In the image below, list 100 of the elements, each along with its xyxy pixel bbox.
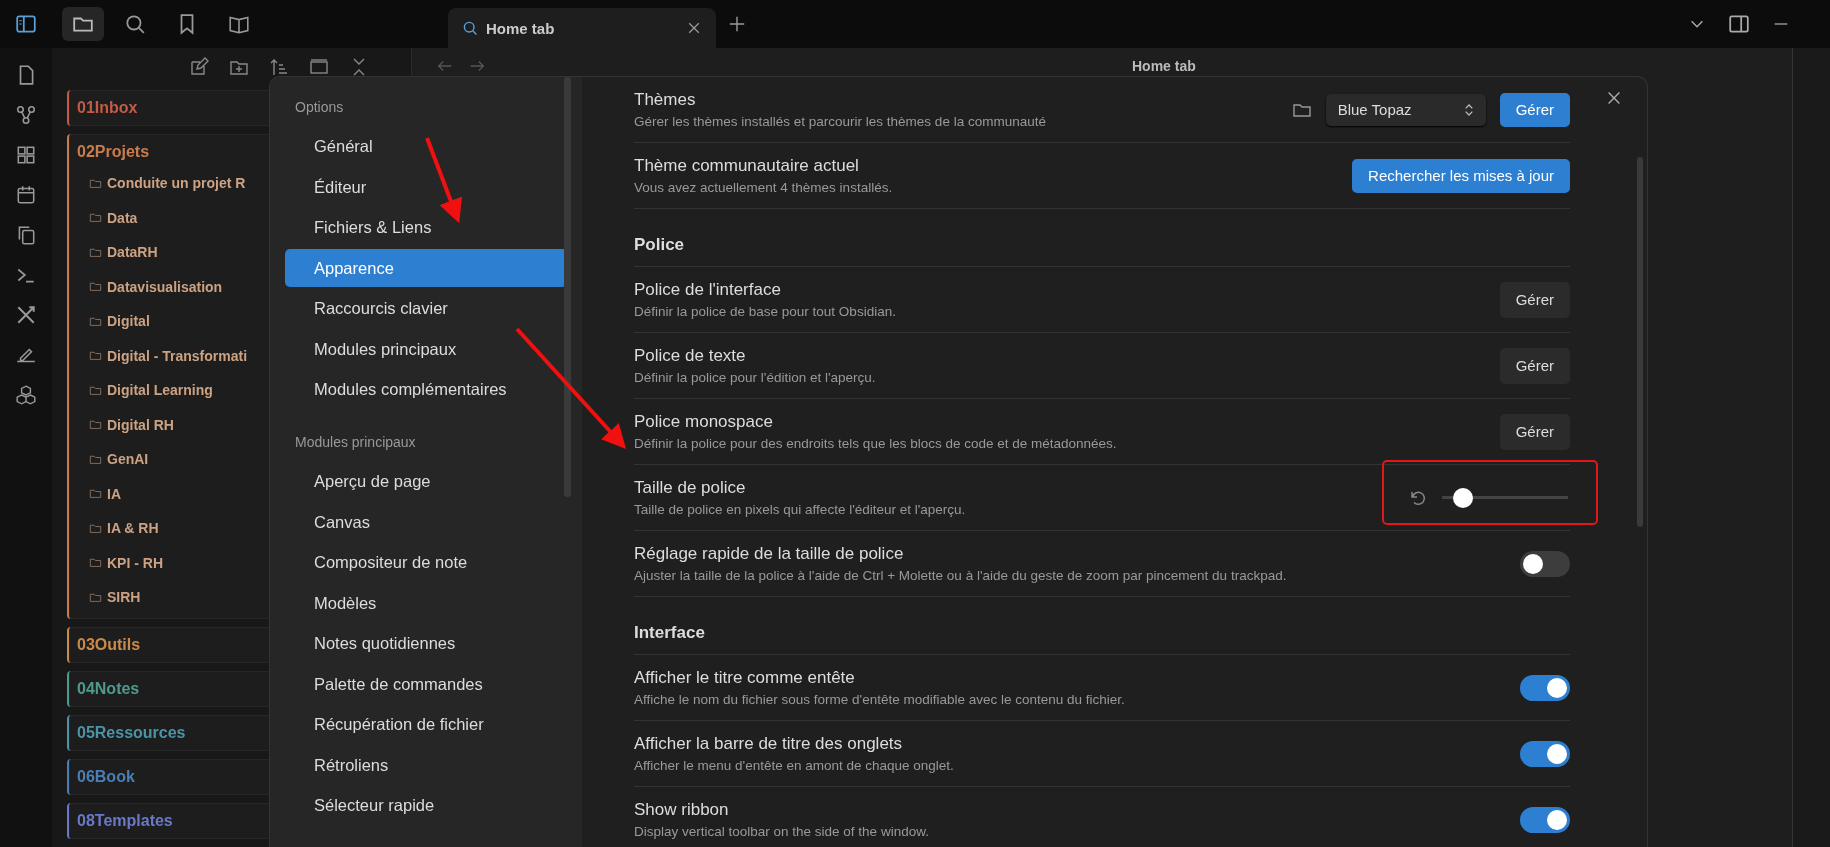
grid-icon[interactable] — [15, 144, 37, 166]
book-icon[interactable] — [228, 13, 250, 35]
setting-description: Définir la police pour des endroits tels que les blocs de code et de métadonnées. — [634, 435, 1118, 453]
subfolder-name[interactable]: DataRH — [107, 244, 158, 261]
sidebar-toggle-icon[interactable] — [1728, 13, 1750, 35]
settings-nav-item[interactable]: Canvas — [285, 502, 567, 541]
action-button[interactable]: Gérer — [1499, 281, 1570, 318]
close-icon[interactable] — [686, 20, 702, 36]
setting-title: Police de texte — [634, 345, 747, 367]
folder-name[interactable]: 05Ressources — [69, 718, 194, 747]
subfolder-name[interactable]: IA — [107, 485, 121, 502]
slider-thumb[interactable] — [1453, 487, 1474, 508]
folder-icon — [89, 211, 102, 225]
setting-title: Afficher la barre de titre des onglets — [634, 733, 904, 755]
action-button[interactable]: Gérer — [1499, 413, 1570, 450]
settings-nav-item[interactable]: Modules complémentaires — [285, 370, 567, 408]
subfolder-name[interactable]: Datavisualisation — [107, 278, 223, 295]
settings-nav-item[interactable]: Fichiers & Liens — [285, 208, 567, 246]
settings-nav-item[interactable]: Palette de commandes — [285, 664, 567, 703]
subfolder-name[interactable]: Digital Learning — [107, 382, 213, 399]
folder-name[interactable]: 02Projets — [69, 138, 158, 166]
sidebar-toggle-icon[interactable] — [15, 13, 37, 35]
settings-nav-item[interactable]: Modules principaux — [285, 329, 567, 368]
close-icon[interactable] — [1605, 89, 1623, 107]
setting-description: Définir la police de base pour tout Obsidian. — [634, 303, 897, 321]
subfolder-name[interactable]: SIRH — [107, 589, 141, 606]
action-button[interactable]: Rechercher les mises à jour — [1352, 158, 1570, 193]
cubes-icon[interactable] — [15, 384, 37, 406]
subfolder-name[interactable]: KPI - RH — [107, 554, 163, 571]
note-tab[interactable]: Home tab — [448, 8, 716, 48]
toggle-switch[interactable] — [1520, 806, 1570, 833]
subfolder-name[interactable]: Digital — [107, 313, 150, 330]
settings-nav-item[interactable]: Modèles — [285, 583, 567, 622]
toggle-switch[interactable] — [1520, 740, 1570, 767]
tab-title: Home tab — [486, 19, 556, 37]
setting-title: Afficher le titre comme entête — [634, 667, 856, 689]
scrollbar[interactable] — [564, 77, 571, 497]
settings-nav-item[interactable]: Compositeur de note — [285, 543, 567, 581]
scrollbar[interactable] — [1637, 157, 1643, 527]
settings-nav-item[interactable]: Raccourcis clavier — [285, 289, 567, 327]
folder-icon — [89, 349, 102, 363]
calendar-icon[interactable] — [15, 184, 37, 206]
folder-name[interactable]: 06Book — [69, 762, 143, 791]
section-heading: Interface — [634, 597, 1570, 655]
view-title: Home tab — [1132, 58, 1196, 74]
subfolder-name[interactable]: Digital RH — [107, 416, 174, 433]
nav-section-heading: Options — [294, 99, 345, 117]
up-down-chevron-icon — [1463, 102, 1474, 117]
settings-nav-item[interactable]: Sélecteur rapide — [285, 786, 567, 824]
settings-nav-item[interactable]: Aperçu de page — [285, 462, 567, 500]
setting-title: Taille de police — [634, 477, 747, 499]
setting-title: Show ribbon — [634, 799, 730, 821]
search-icon — [462, 20, 478, 36]
action-button[interactable]: Gérer — [1499, 347, 1570, 384]
files-tab[interactable] — [62, 7, 104, 41]
search-icon[interactable] — [124, 13, 146, 35]
settings-nav-item[interactable]: Notes quotidiennes — [285, 624, 567, 662]
settings-nav-item[interactable]: Général — [285, 127, 567, 165]
window-icon[interactable] — [309, 57, 329, 77]
subfolder-name[interactable]: IA & RH — [107, 520, 159, 537]
graph-icon[interactable] — [15, 104, 37, 126]
settings-nav-item[interactable]: Éditeur — [285, 167, 567, 206]
settings-nav-item[interactable]: Apparence — [285, 248, 567, 287]
setting-title: Thèmes — [634, 89, 697, 111]
settings-nav-item[interactable]: Rétroliens — [285, 745, 567, 784]
folder-icon — [89, 487, 102, 501]
subfolder-name[interactable]: GenAI — [107, 451, 149, 468]
setting-description: Taille de police en pixels qui affecte l'éditeur et l'aperçu. — [634, 501, 967, 519]
subfolder-name[interactable]: Data — [107, 209, 138, 226]
folder-name[interactable]: 03Outils — [69, 630, 149, 659]
sort-icon[interactable] — [269, 57, 289, 77]
nav-section-heading: Modules principaux — [294, 434, 417, 452]
action-button[interactable]: Gérer — [1499, 92, 1570, 127]
settings-nav-item[interactable]: Récupération de fichier — [285, 705, 567, 743]
setting-description: Display vertical toolbar on the side of the window. — [634, 823, 930, 841]
subfolder-name[interactable]: Digital - Transformati — [107, 347, 248, 364]
setting-description: Afficher le menu d'entête en amont de chaque onglet. — [634, 757, 955, 775]
setting-description: Affiche le nom du fichier sous forme d'entête modifiable avec le contenu du fichier. — [634, 691, 1126, 709]
setting-description: Vous avez actuellement 4 thèmes installés. — [634, 179, 894, 197]
folder-name[interactable]: 01Inbox — [69, 94, 146, 122]
folder-icon — [89, 418, 102, 432]
folder-name[interactable]: 08Templates — [69, 806, 181, 835]
plus-icon[interactable] — [728, 15, 746, 33]
setting-title: Thème communautaire actuel — [634, 155, 860, 177]
toggle-switch[interactable] — [1520, 550, 1570, 577]
setting-description: Gérer les thèmes installés et parcourir les thèmes de la communauté — [634, 113, 1047, 131]
theme-dropdown[interactable]: Blue Topaz — [1325, 93, 1486, 126]
subfolder-name[interactable]: Conduite un projet R — [107, 175, 246, 192]
folder-name[interactable]: 04Notes — [69, 674, 148, 703]
setting-title: Police monospace — [634, 411, 774, 433]
setting-description: Ajuster la taille de la police à l'aide de Ctrl + Molette ou à l'aide du geste de zoom par pincement du trackpad. — [634, 567, 1288, 585]
setting-title: Réglage rapide de la taille de police — [634, 543, 905, 565]
folder-icon — [89, 280, 102, 294]
tools-icon[interactable] — [15, 304, 37, 326]
edit-icon[interactable] — [189, 57, 209, 77]
section-heading: Police — [634, 209, 1570, 267]
toggle-switch[interactable] — [1520, 674, 1570, 701]
folder-icon — [89, 556, 102, 570]
setting-description: Définir la police pour l'édition et l'aperçu. — [634, 369, 877, 387]
setting-title: Police de l'interface — [634, 279, 782, 301]
